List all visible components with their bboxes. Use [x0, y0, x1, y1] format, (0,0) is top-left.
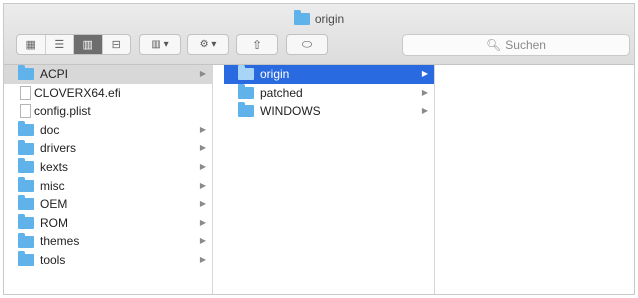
file-icon — [20, 85, 31, 100]
folder-row[interactable]: patched ▶ — [224, 83, 434, 103]
folder-icon — [18, 121, 34, 137]
chevron-right-icon: ▶ — [199, 143, 206, 153]
chevron-right-icon: ▶ — [199, 180, 206, 190]
action-button[interactable]: ⚙ ▾ — [187, 34, 229, 55]
item-name: misc — [40, 178, 65, 193]
folder-icon — [293, 10, 310, 25]
group-by-button[interactable]: ▥ ▾ — [139, 34, 181, 55]
folder-icon — [18, 65, 34, 81]
finder-window: origin ▦ ☰ ▥ ⊟ ▥ ▾ ⚙ ▾ ⇧ ⬭ 🔍︎ Suchen ACP… — [3, 3, 635, 295]
column-browser: ACPI ▶ CLOVERX64.efi config.plist doc ▶ driver… — [4, 65, 634, 294]
folder-row[interactable]: OEM ▶ — [4, 195, 212, 214]
column-2[interactable]: origin ▶ patched ▶ WINDOWS ▶ — [224, 65, 435, 294]
file-row[interactable]: config.plist — [4, 102, 212, 121]
tag-icon: ⬭ — [301, 37, 313, 51]
folder-icon — [238, 83, 254, 99]
item-name: kexts — [40, 159, 69, 174]
window-title-text: origin — [314, 12, 345, 26]
item-name: drivers — [40, 141, 77, 156]
folder-icon — [18, 232, 34, 248]
folder-row[interactable]: origin ▶ — [224, 65, 434, 84]
chevron-right-icon: ▶ — [199, 161, 206, 171]
item-name: ROM — [40, 215, 68, 230]
item-name: patched — [260, 85, 303, 100]
item-name: origin — [260, 67, 290, 81]
coverflow-icon: ⊟ — [111, 39, 121, 51]
grid-icon: ▦ — [25, 39, 36, 51]
column-3[interactable] — [435, 65, 634, 294]
gear-icon: ⚙ ▾ — [199, 39, 217, 50]
icon-view-button[interactable]: ▦ — [17, 35, 46, 54]
folder-row[interactable]: tools ▶ — [4, 251, 212, 270]
chevron-right-icon: ▶ — [199, 124, 206, 134]
share-icon: ⇧ — [251, 37, 263, 52]
share-button[interactable]: ⇧ — [236, 34, 278, 55]
folder-icon — [238, 65, 254, 81]
folder-row[interactable]: kexts ▶ — [4, 158, 212, 177]
chevron-right-icon: ▶ — [199, 236, 206, 246]
chevron-right-icon: ▶ — [199, 69, 206, 78]
item-name: OEM — [40, 197, 68, 212]
folder-row[interactable]: ROM ▶ — [4, 214, 212, 233]
item-name: WINDOWS — [260, 104, 321, 119]
folder-row[interactable]: themes ▶ — [4, 232, 212, 251]
column-view-button[interactable]: ▥ — [74, 35, 103, 54]
search-field[interactable]: 🔍︎ Suchen — [402, 34, 630, 56]
file-icon — [20, 104, 31, 119]
item-name: doc — [40, 122, 60, 137]
folder-icon — [18, 195, 34, 211]
list-icon: ☰ — [54, 39, 65, 51]
folder-icon — [18, 214, 34, 230]
folder-icon — [18, 251, 34, 267]
window-title: origin — [4, 10, 634, 26]
folder-row[interactable]: doc ▶ — [4, 121, 212, 140]
search-placeholder: Suchen — [505, 38, 546, 52]
view-mode-selector[interactable]: ▦ ☰ ▥ ⊟ — [16, 34, 131, 55]
chevron-right-icon: ▶ — [421, 87, 428, 97]
folder-row[interactable]: misc ▶ — [4, 176, 212, 196]
folder-icon — [18, 176, 34, 192]
folder-row[interactable]: ACPI ▶ — [4, 65, 212, 84]
chevron-right-icon: ▶ — [199, 217, 206, 227]
list-view-button[interactable]: ☰ — [46, 35, 74, 54]
folder-icon — [238, 102, 254, 118]
search-icon: 🔍︎ — [486, 38, 502, 52]
item-name: CLOVERX64.efi — [34, 85, 121, 100]
chevron-right-icon: ▶ — [421, 69, 428, 78]
tag-button[interactable]: ⬭ — [286, 34, 328, 55]
chevron-right-icon: ▶ — [199, 254, 206, 264]
chevron-right-icon: ▶ — [199, 199, 206, 209]
folder-icon — [18, 139, 34, 155]
item-name: themes — [40, 234, 80, 249]
columns-icon: ▥ — [82, 39, 93, 51]
item-name: tools — [40, 252, 66, 267]
title-bar: origin ▦ ☰ ▥ ⊟ ▥ ▾ ⚙ ▾ ⇧ ⬭ 🔍︎ Suchen — [4, 4, 634, 65]
folder-row[interactable]: WINDOWS ▶ — [224, 102, 434, 121]
folder-row[interactable]: drivers ▶ — [4, 139, 212, 158]
item-name: ACPI — [40, 67, 69, 81]
group-icon: ▥ ▾ — [151, 39, 169, 50]
column-1[interactable]: ACPI ▶ CLOVERX64.efi config.plist doc ▶ driver… — [4, 65, 213, 294]
file-row[interactable]: CLOVERX64.efi — [4, 84, 212, 103]
coverflow-view-button[interactable]: ⊟ — [103, 35, 131, 54]
chevron-right-icon: ▶ — [421, 106, 428, 116]
item-name: config.plist — [34, 104, 91, 119]
folder-icon — [18, 158, 34, 174]
